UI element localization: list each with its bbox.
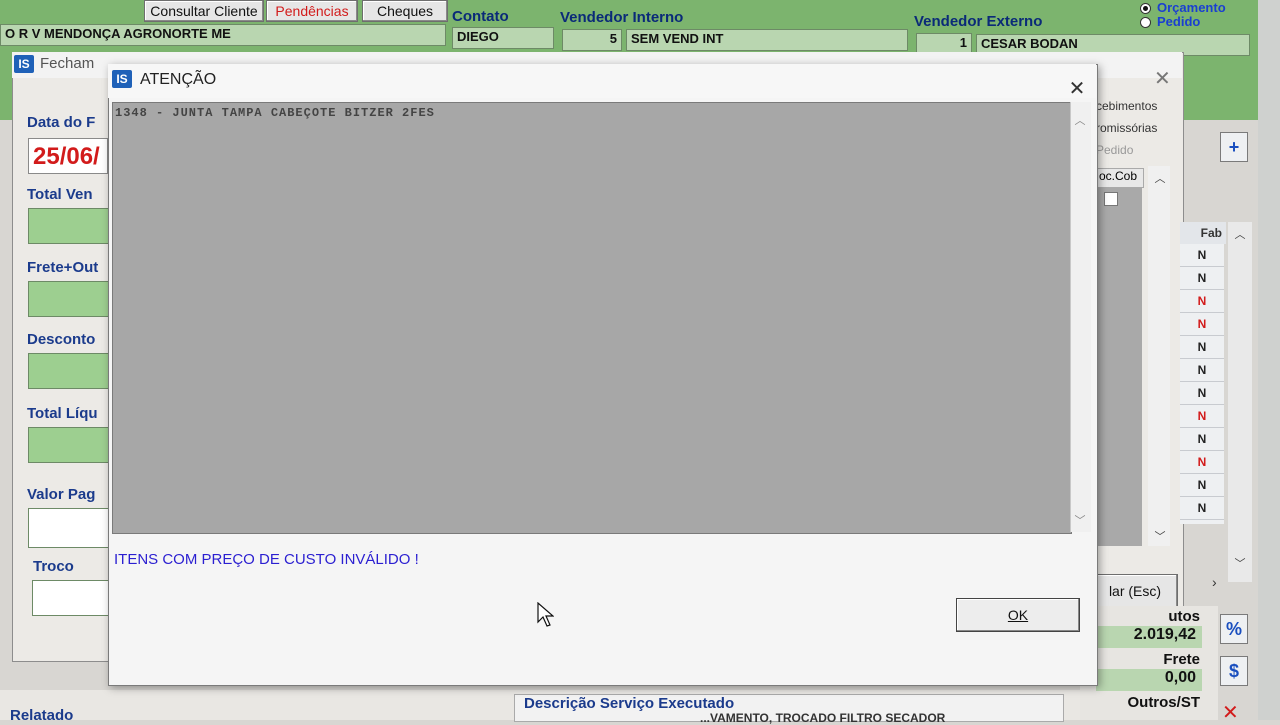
doc-cob-header: oc.Cob [1092,168,1144,188]
frete-field[interactable] [28,281,110,317]
desconto-field[interactable] [28,353,110,389]
dollar-button[interactable]: $ [1220,656,1248,686]
relatado-label: Relatado [10,707,74,724]
grid-scroll-up-icon[interactable]: ︿ [1230,226,1250,242]
grid-fab-cell[interactable]: N [1180,244,1224,267]
radio-orcamento[interactable]: Orçamento [1140,0,1226,15]
cheques-button[interactable]: Cheques [362,0,448,22]
doc-cob-list [1092,188,1142,546]
percent-button[interactable]: % [1220,614,1248,644]
grid-fab-cell[interactable]: N [1180,290,1224,313]
total-liquido-field[interactable] [28,427,110,463]
dialog-close-icon[interactable]: ✕ [1066,78,1088,100]
total-venda-field[interactable] [28,208,110,244]
data-field[interactable]: 25/06/ [28,138,108,174]
dialog-title: ATENÇÃO [140,71,217,88]
pedido-item[interactable]: Pedido [1096,143,1133,157]
grid-fab-cell[interactable]: N [1180,428,1224,451]
grid-fab-cell[interactable]: N [1180,313,1224,336]
memo-text: 1348 - JUNTA TAMPA CABEÇOTE BITZER 2FES [115,106,435,120]
grid-fab-cell[interactable]: N [1180,405,1224,428]
scroll-up-icon[interactable]: ︿ [1150,170,1170,186]
pendencias-button[interactable]: Pendências [266,0,358,22]
data-label: Data do F [27,114,96,131]
descricao-text[interactable]: ...VAMENTO, TROCADO FILTRO SECADOR [700,711,945,725]
outros-label: Outros/ST [1127,694,1200,711]
produtos-value: 2.019,42 [1096,626,1202,648]
dialog-titlebar: IS ATENÇÃO [108,64,1096,98]
valor-pago-field[interactable] [28,508,110,548]
radio-pedido-indicator[interactable] [1140,17,1151,29]
grid-scroll-right-icon[interactable]: › [1212,574,1217,590]
contato-label: Contato [452,8,509,25]
grid-fab-cell[interactable]: N [1180,336,1224,359]
close-red-icon[interactable]: ✕ [1222,700,1239,725]
doc-cob-checkbox[interactable] [1104,192,1118,206]
dialog-logo-icon: IS [112,70,132,88]
memo-area[interactable] [112,102,1072,534]
descricao-label: Descrição Serviço Executado [524,695,735,712]
memo-scroll-up-icon[interactable]: ︿ [1070,112,1090,128]
grid-fab-cell[interactable]: N [1180,267,1224,290]
memo-scroll-down-icon[interactable]: ﹀ [1070,512,1090,528]
grid-fab-cell[interactable]: N [1180,382,1224,405]
ok-button[interactable]: OK [956,598,1080,632]
radio-pedido[interactable]: Pedido [1140,14,1200,29]
grid-fab-column: NNNNNNNNNNNN [1180,244,1224,524]
fechamento-title: Fecham [40,55,95,72]
grid-fab-cell[interactable]: N [1180,451,1224,474]
radio-pedido-label: Pedido [1157,14,1201,29]
grid-fab-header: Fab [1180,222,1226,244]
vendedor-interno-label: Vendedor Interno [560,9,684,26]
troco-field[interactable] [32,580,112,616]
warning-message: ITENS COM PREÇO DE CUSTO INVÁLIDO ! [114,551,419,568]
fechamento-close-icon[interactable]: ✕ [1154,66,1171,91]
vendedor-externo-label: Vendedor Externo [914,13,1043,30]
scroll-down-icon[interactable]: ﹀ [1150,528,1170,544]
frete-label: Frete+Out [27,259,99,276]
total-liquido-label: Total Líqu [27,405,98,422]
grid-scrollbar[interactable] [1228,222,1252,582]
frete-total-value: 0,00 [1096,669,1202,691]
troco-label: Troco [33,558,74,575]
cliente-name-field[interactable]: O R V MENDONÇA AGRONORTE ME [0,24,446,46]
promissorias-item[interactable]: romissórias [1096,121,1157,135]
radio-orcamento-indicator[interactable] [1140,3,1151,15]
grid-fab-cell[interactable]: N [1180,359,1224,382]
total-venda-label: Total Ven [27,186,93,203]
recebimentos-item[interactable]: cebimentos [1096,99,1157,113]
grid-fab-cell[interactable]: N [1180,474,1224,497]
vend-int-code-field[interactable]: 5 [562,29,622,51]
contato-field[interactable]: DIEGO [452,27,554,49]
app-logo-icon: IS [14,55,34,73]
frete-total-label: Frete [1163,651,1200,668]
valor-pago-label: Valor Pag [27,486,96,503]
grid-scroll-down-icon[interactable]: ﹀ [1230,555,1250,571]
memo-scrollbar[interactable] [1070,102,1091,532]
cancelar-button[interactable]: lar (Esc) [1092,574,1178,608]
produtos-label: utos [1168,608,1200,625]
radio-orcamento-label: Orçamento [1157,0,1226,15]
grid-fab-cell[interactable]: N [1180,497,1224,520]
doc-cob-scrollbar[interactable] [1148,166,1170,546]
vend-int-name-field[interactable]: SEM VEND INT [626,29,908,51]
screen-edge [1258,0,1280,720]
mouse-cursor-icon [537,602,554,627]
desconto-label: Desconto [27,331,96,348]
add-button[interactable]: + [1220,132,1248,162]
consultar-cliente-button[interactable]: Consultar Cliente [144,0,264,22]
